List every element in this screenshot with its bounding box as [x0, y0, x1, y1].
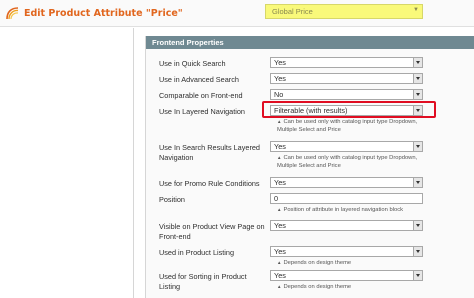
chevron-down-icon [413, 142, 422, 151]
field-label: Use in Quick Search [159, 59, 226, 68]
field-note: ▲ Position of attribute in layered naviga… [277, 207, 404, 213]
select-value: Yes [274, 221, 286, 230]
frontend-properties-fieldset: Frontend Properties Use in Quick Search … [145, 36, 474, 298]
comparable-select[interactable]: No [270, 89, 423, 100]
magento-swirl-icon [6, 6, 19, 19]
field-note: ▲ Depends on design theme [277, 260, 352, 266]
select-value: Yes [274, 271, 286, 280]
caret-up-icon: ▲ [277, 155, 282, 160]
advanced-search-select[interactable]: Yes [270, 73, 423, 84]
field-label: Use for Promo Rule Conditions [159, 179, 260, 188]
chevron-down-icon [413, 178, 422, 187]
scope-select-value: Global Price [272, 7, 313, 16]
sidebar [0, 28, 134, 298]
visible-on-product-view-select[interactable]: Yes [270, 220, 423, 231]
field-note: ▲ Can be used only with catalog input typ… [277, 155, 418, 169]
section-title: Frontend Properties [152, 38, 224, 47]
caret-up-icon: ▲ [277, 207, 282, 212]
used-in-product-listing-select[interactable]: Yes [270, 246, 423, 257]
scope-select[interactable]: Global Price ▼ [265, 4, 423, 19]
chevron-down-icon [413, 271, 422, 280]
page-title-text: Edit Product Attribute "Price" [24, 7, 183, 19]
chevron-down-icon [413, 221, 422, 230]
select-value: Yes [274, 247, 286, 256]
field-label: Used for Sorting in Product Listing [159, 272, 247, 291]
chevron-down-icon [413, 90, 422, 99]
caret-up-icon: ▲ [277, 260, 282, 265]
field-note: ▲ Can be used only with catalog input typ… [277, 119, 418, 133]
field-label: Used in Product Listing [159, 248, 235, 257]
position-input[interactable]: 0 [270, 193, 423, 204]
field-label: Comparable on Front-end [159, 91, 243, 100]
select-value: Yes [274, 74, 286, 83]
highlight-box [262, 101, 436, 118]
select-value: No [274, 90, 284, 99]
page-title: Edit Product Attribute "Price" [6, 4, 183, 22]
field-label: Visible on Product View Page on Front-en… [159, 222, 265, 241]
chevron-down-icon [413, 247, 422, 256]
caret-up-icon: ▲ [277, 284, 282, 289]
field-note: ▲ Depends on design theme [277, 284, 352, 290]
section-header: Frontend Properties [146, 36, 474, 49]
chevron-down-icon [413, 58, 422, 67]
chevron-down-icon [413, 74, 422, 83]
select-value: Yes [274, 58, 286, 67]
field-label: Use in Advanced Search [159, 75, 239, 84]
used-for-sorting-select[interactable]: Yes [270, 270, 423, 281]
select-value: Yes [274, 142, 286, 151]
page-header: Edit Product Attribute "Price" Global Pr… [0, 0, 474, 27]
promo-rule-conditions-select[interactable]: Yes [270, 177, 423, 188]
chevron-down-icon: ▼ [413, 7, 419, 13]
select-value: Yes [274, 178, 286, 187]
quick-search-select[interactable]: Yes [270, 57, 423, 68]
field-label: Position [159, 195, 185, 204]
field-label: Use In Layered Navigation [159, 107, 245, 116]
search-results-layered-navigation-select[interactable]: Yes [270, 141, 423, 152]
field-label: Use In Search Results Layered Navigation [159, 143, 260, 162]
caret-up-icon: ▲ [277, 119, 282, 124]
input-value: 0 [274, 194, 279, 203]
